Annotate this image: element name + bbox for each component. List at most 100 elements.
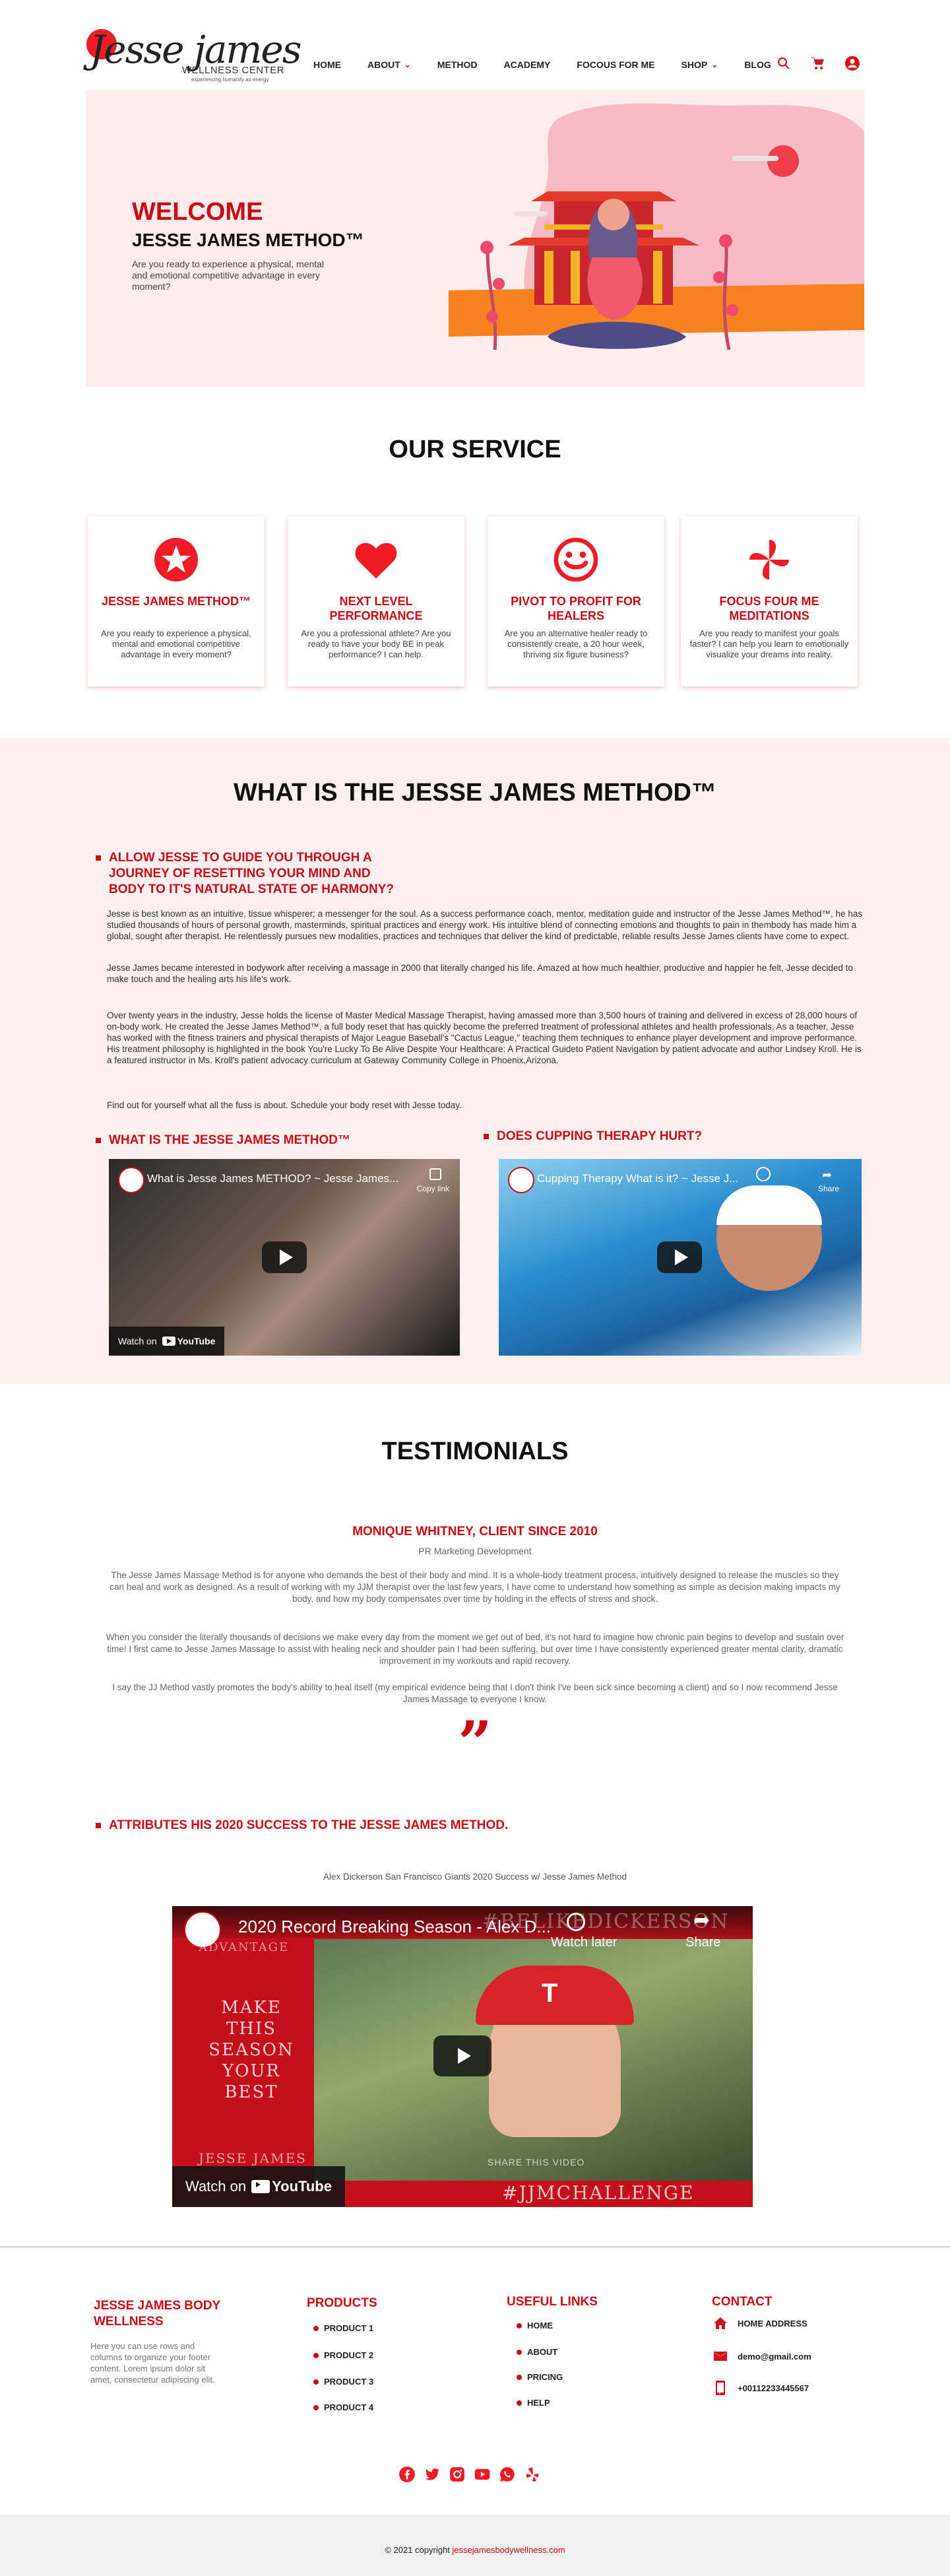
play-button[interactable]: [433, 2035, 491, 2076]
service-card-title: PIVOT TO PROFIT FOR HEALERS: [511, 595, 641, 622]
watch-on-label: Watch on: [118, 1336, 157, 1346]
service-card-title: FOCUS FOUR ME MEDITATIONS: [719, 595, 819, 622]
yelp-icon[interactable]: [524, 2466, 541, 2483]
service-card-text: Are you ready to manifest your goals fas…: [689, 628, 849, 659]
video1-heading: WHAT IS THE JESSE JAMES METHOD™: [96, 1133, 465, 1148]
nav-method[interactable]: METHOD: [437, 59, 478, 70]
contact-email[interactable]: demo@gmail.com: [712, 2348, 811, 2364]
mail-icon: [714, 2352, 727, 2361]
copy-link-icon[interactable]: [429, 1168, 441, 1180]
channel-avatar[interactable]: [508, 1167, 534, 1193]
nav-focous-for-me[interactable]: FOCOUS FOR ME: [577, 59, 654, 70]
footer-links-title: USEFUL LINKS: [507, 2295, 598, 2309]
footer-useful-link[interactable]: PRICING: [517, 2372, 563, 2382]
footer-useful-link[interactable]: HOME: [517, 2321, 553, 2330]
logo-subtitle: WELLNESS CENTER: [182, 65, 285, 76]
meditation-illustration: [449, 103, 864, 350]
method-heading-text: ALLOW JESSE TO GUIDE YOU THROUGH A JOURN…: [109, 851, 395, 896]
service-card[interactable]: NEXT LEVEL PERFORMANCE Are you a profess…: [288, 516, 464, 686]
nav-blog[interactable]: BLOG: [744, 59, 771, 70]
footer-link-label: PRODUCT 4: [324, 2402, 374, 2412]
copyright: © 2021 copyright jessejamesbodywellness.…: [0, 2545, 950, 2555]
nav-shop[interactable]: SHOP ⌄: [681, 59, 718, 70]
footer-useful-link[interactable]: HELP: [517, 2398, 550, 2408]
attributes-heading: ATTRIBUTES HIS 2020 SUCCESS TO THE JESSE…: [96, 1818, 689, 1833]
video-player-method[interactable]: What is Jesse James METHOD? ~ Jesse Jame…: [109, 1159, 460, 1356]
watch-later-icon[interactable]: [567, 1913, 585, 1931]
method-heading: ALLOW JESSE TO GUIDE YOU THROUGH A JOURN…: [96, 850, 399, 898]
attributes-caption: Alex Dickerson San Francisco Giants 2020…: [323, 1872, 627, 1882]
bullet-dot: [313, 2352, 319, 2358]
testimonials-title: TESTIMONIALS: [381, 1437, 569, 1465]
footer-contact-title: CONTACT: [712, 2295, 773, 2309]
service-card-text: Are you ready to experience a physical, …: [101, 628, 251, 659]
video1-heading-text: WHAT IS THE JESSE JAMES METHOD™: [109, 1133, 350, 1147]
play-button[interactable]: [262, 1241, 307, 1273]
play-button[interactable]: [657, 1241, 702, 1273]
nav-home[interactable]: HOME: [313, 59, 341, 70]
share-icon[interactable]: ➦: [822, 1168, 832, 1182]
footer-useful-link[interactable]: ABOUT: [517, 2347, 557, 2357]
home-icon: [714, 2317, 727, 2329]
cart-icon[interactable]: [810, 55, 826, 71]
footer-product-link[interactable]: PRODUCT 2: [313, 2350, 373, 2360]
video-player-dickerson[interactable]: T #BELIKEDICKERSON 2020 Record Breaking …: [172, 1906, 753, 2207]
nav-academy[interactable]: ACADEMY: [504, 59, 551, 70]
nav-label: FOCOUS FOR ME: [577, 59, 655, 70]
heart-icon: [355, 543, 397, 579]
instagram-icon[interactable]: [449, 2466, 466, 2483]
share-icon[interactable]: ➦: [693, 1909, 710, 1932]
twitter-icon[interactable]: [424, 2466, 441, 2483]
copyright-link[interactable]: jessejamesbodywellness.com: [452, 2545, 565, 2555]
nav-label: SHOP: [681, 59, 708, 70]
watch-on-youtube[interactable]: Watch on YouTube: [172, 2166, 345, 2207]
method-paragraph: Over twenty years in the industry, Jesse…: [107, 1010, 862, 1065]
watch-later-label[interactable]: Watch later: [551, 1935, 617, 1950]
testimonial-paragraph: I say the JJ Method vastly promotes the …: [112, 1682, 838, 1704]
channel-avatar[interactable]: [118, 1167, 144, 1193]
footer-product-link[interactable]: PRODUCT 3: [313, 2377, 373, 2387]
video-title[interactable]: What is Jesse James METHOD? ~ Jesse Jame…: [147, 1172, 398, 1185]
video-player-cupping[interactable]: Cupping Therapy What is it? ~ Jesse J...…: [499, 1159, 862, 1356]
chevron-down-icon: ⌄: [404, 60, 411, 69]
watch-later-label[interactable]: Watch later: [749, 1184, 789, 1193]
contact-address-text: HOME ADDRESS: [738, 2318, 808, 2328]
footer-products-title: PRODUCTS: [307, 2296, 377, 2310]
footer-link-label: PRODUCT 2: [324, 2350, 374, 2360]
video-title[interactable]: Cupping Therapy What is it? ~ Jesse J...: [537, 1172, 738, 1185]
search-icon[interactable]: [776, 55, 792, 71]
account-icon[interactable]: [844, 55, 860, 71]
logo-wordmark[interactable]: Jesse james: [90, 30, 302, 69]
watch-on-youtube[interactable]: Watch on YouTube: [109, 1327, 225, 1356]
footer-product-link[interactable]: PRODUCT 1: [313, 2323, 373, 2333]
service-card[interactable]: PIVOT TO PROFIT FOR HEALERS Are you an a…: [488, 516, 664, 686]
bullet-square: [96, 1138, 101, 1143]
testimonial-paragraph: When you consider the literally thousand…: [106, 1632, 844, 1666]
youtube-wordmark: YouTube: [272, 2178, 332, 2195]
whatsapp-icon[interactable]: [499, 2466, 516, 2483]
contact-phone[interactable]: +00112233445567: [712, 2380, 809, 2396]
nav-label: BLOG: [744, 59, 771, 70]
nav-label: ACADEMY: [503, 59, 551, 70]
share-label[interactable]: Share: [818, 1184, 839, 1193]
copy-link-label[interactable]: Copy link: [417, 1184, 449, 1193]
share-label[interactable]: Share: [685, 1935, 720, 1950]
testimonial-paragraph: The Jesse James Massage Method is for an…: [110, 1570, 840, 1604]
youtube-icon[interactable]: [474, 2466, 491, 2483]
service-card[interactable]: JESSE JAMES METHOD™ Are you ready to exp…: [88, 516, 265, 686]
overlay-left-bottom: JESSE JAMES: [199, 2150, 307, 2166]
facebook-icon[interactable]: [398, 2466, 416, 2483]
hero-subtitle: JESSE JAMES METHOD™: [132, 230, 364, 250]
video-title[interactable]: 2020 Record Breaking Season - Alex D...: [238, 1917, 551, 1937]
footer-link-label: PRODUCT 1: [324, 2323, 374, 2333]
watch-on-label: Watch on: [185, 2178, 247, 2195]
attributes-heading-text: ATTRIBUTES HIS 2020 SUCCESS TO THE JESSE…: [109, 1818, 509, 1832]
footer-link-label: HOME: [527, 2321, 553, 2330]
nav-label: METHOD: [437, 59, 478, 70]
footer-product-link[interactable]: PRODUCT 4: [313, 2402, 373, 2412]
nav-about[interactable]: ABOUT ⌄: [367, 59, 411, 70]
watch-later-icon[interactable]: [756, 1167, 771, 1181]
nav-label: ABOUT: [367, 59, 400, 70]
hero-text: Are you ready to experience a physical, …: [132, 259, 325, 292]
service-card[interactable]: FOCUS FOUR ME MEDITATIONS Are you ready …: [681, 516, 858, 686]
